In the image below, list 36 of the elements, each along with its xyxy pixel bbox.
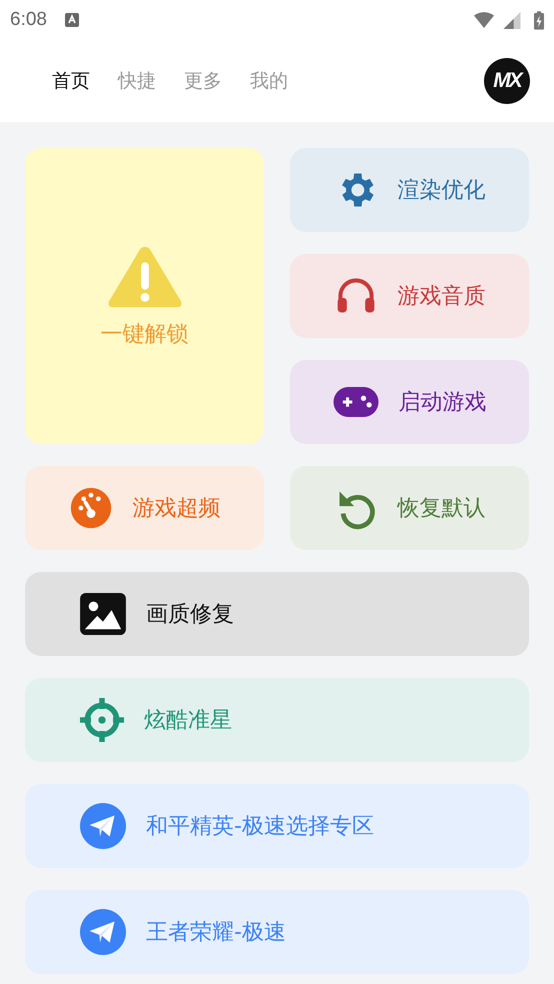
image-icon [80, 593, 126, 635]
battery-icon [534, 10, 544, 30]
nav-tab[interactable]: 首页 [52, 68, 90, 94]
card-label: 炫酷准星 [144, 707, 232, 735]
feature-card[interactable]: 和平精英-极速选择专区 [25, 784, 529, 868]
feature-card[interactable]: 一键解锁 [25, 148, 264, 444]
paper-plane-icon [80, 803, 126, 849]
gamepad-icon [332, 387, 378, 417]
card-label: 一键解锁 [100, 321, 188, 349]
status-time: 6:08 [10, 9, 47, 31]
card-label: 启动游戏 [398, 389, 486, 417]
feature-card[interactable]: 渲染优化 [290, 148, 529, 232]
paper-plane-icon [80, 909, 126, 955]
card-label: 恢复默认 [398, 495, 486, 523]
signal-icon [502, 12, 522, 28]
card-label: 游戏音质 [398, 283, 486, 311]
gauge-icon [68, 486, 112, 530]
card-label: 渲染优化 [398, 177, 486, 205]
logo[interactable]: MX [484, 58, 530, 104]
feature-card[interactable]: 画质修复 [25, 572, 529, 656]
card-label: 画质修复 [146, 601, 234, 629]
wifi-icon [474, 12, 494, 28]
nav-tab[interactable]: 我的 [250, 68, 288, 94]
feature-card[interactable]: 恢复默认 [290, 466, 529, 550]
card-label: 游戏超频 [132, 495, 220, 523]
nav-tab[interactable]: 快捷 [118, 68, 156, 94]
feature-card[interactable]: 王者荣耀-极速 [25, 890, 529, 974]
card-label: 和平精英-极速选择专区 [146, 813, 374, 841]
feature-card[interactable]: 游戏超频 [25, 466, 264, 550]
feature-card[interactable]: 炫酷准星 [25, 678, 529, 762]
crosshair-icon [80, 698, 124, 742]
nav-tab[interactable]: 更多 [184, 68, 222, 94]
feature-card[interactable]: 游戏音质 [290, 254, 529, 338]
keyboard-icon [64, 13, 79, 27]
card-label: 王者荣耀-极速 [146, 919, 286, 947]
feature-card[interactable]: 启动游戏 [290, 360, 529, 444]
